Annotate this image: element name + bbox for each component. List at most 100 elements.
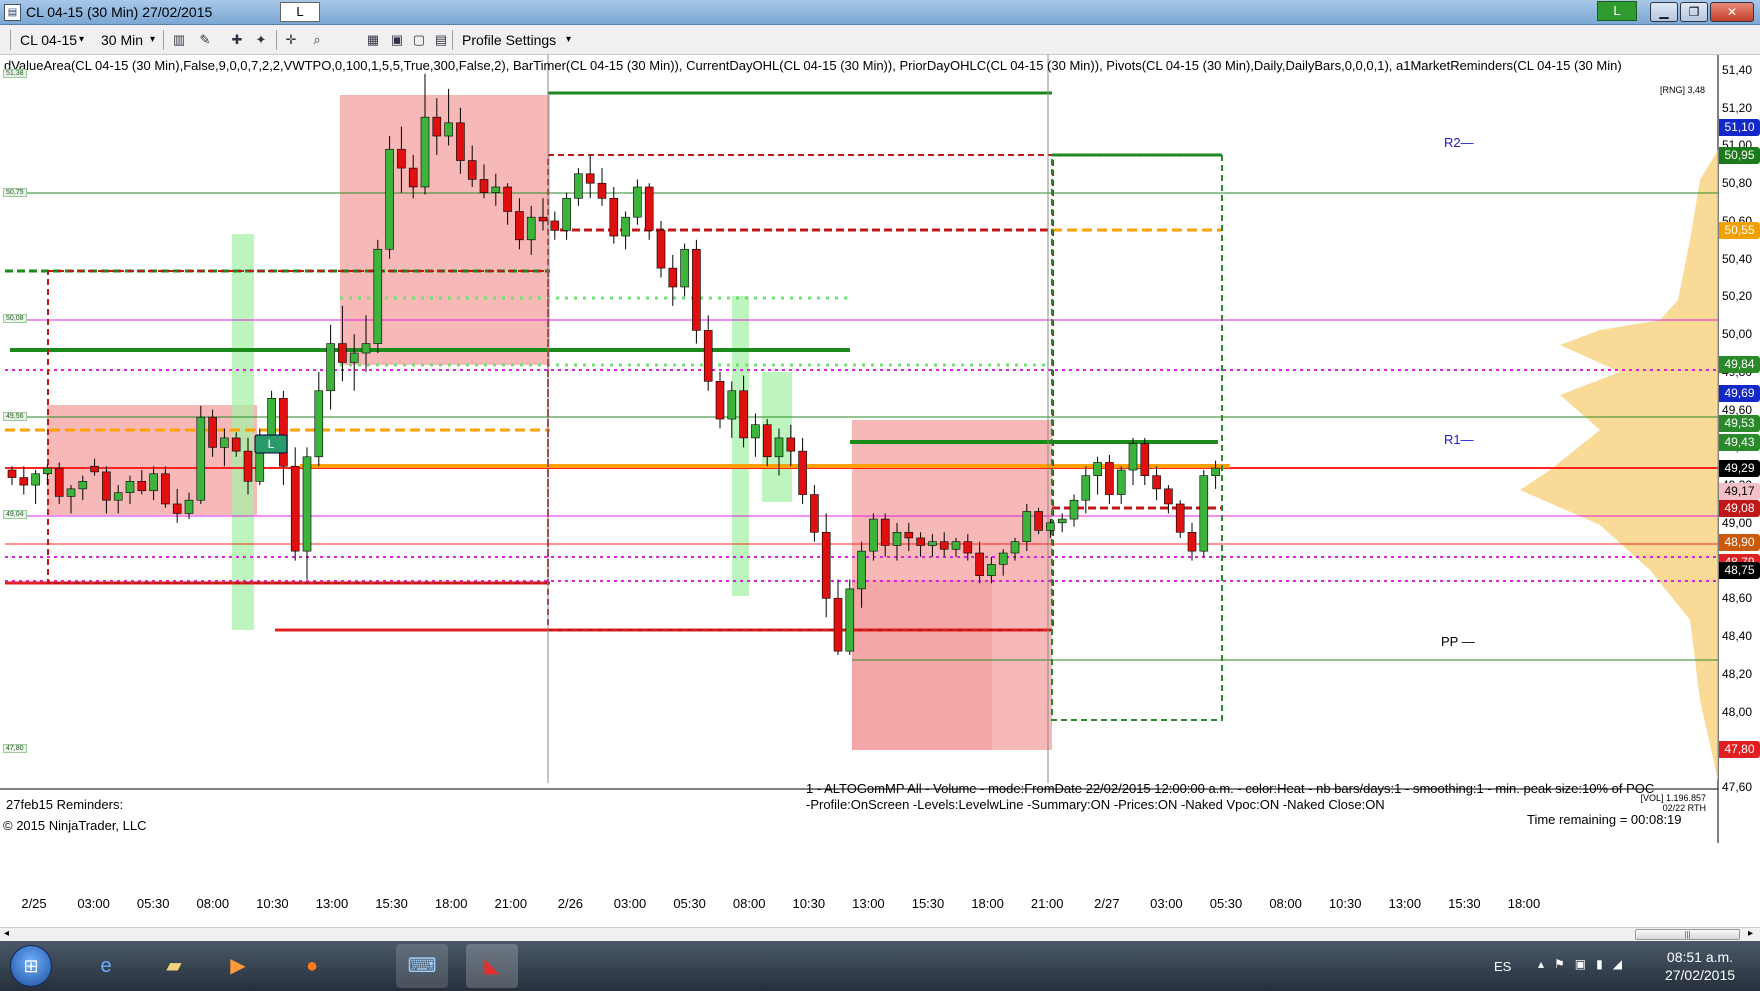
candle-body — [1175, 503, 1185, 533]
time-tick-label: 08:00 — [1269, 896, 1302, 911]
price-tick-label: 47,60 — [1722, 780, 1753, 794]
candle-body — [314, 390, 324, 458]
chart-image-icon[interactable]: ▣ — [388, 31, 406, 49]
candle-body — [786, 437, 796, 452]
time-tick-label: 05:30 — [136, 896, 170, 911]
time-tick-label: 08:00 — [196, 896, 230, 911]
candle-body — [1034, 511, 1043, 531]
firefox-icon[interactable]: ● — [286, 944, 338, 988]
candle-body — [1105, 462, 1114, 495]
candle-body — [31, 473, 40, 486]
gom-profile-options: -Profile:OnScreen -Levels:LevelwLine -Su… — [806, 797, 1385, 812]
candle-body — [609, 198, 619, 237]
volume-total: [VOL] 1.196.857 — [1640, 793, 1706, 803]
candle-body — [361, 343, 371, 354]
media-player-icon[interactable]: ▶ — [212, 944, 264, 988]
candle-body — [739, 390, 748, 439]
folder-icon[interactable]: ▰ — [148, 944, 200, 988]
clock[interactable]: 08:51 a.m. 27/02/2015 — [1660, 948, 1740, 984]
scroll-thumb[interactable]: ||| — [1635, 929, 1740, 940]
candle-body — [1057, 518, 1067, 524]
candle-body — [7, 469, 17, 478]
candle-body — [810, 494, 819, 533]
time-tick-label: 05:30 — [1209, 896, 1243, 911]
candle-body — [491, 186, 501, 193]
start-button[interactable]: ⊞ — [10, 945, 52, 987]
candle-body — [656, 230, 666, 269]
range-info: [RNG] 3,48 — [1660, 85, 1706, 95]
candle-body — [1128, 443, 1138, 471]
properties-icon[interactable]: ▤ — [432, 31, 450, 49]
candle-body — [479, 179, 489, 193]
time-tick-label: 21:00 — [1030, 896, 1064, 911]
left-price-tag: 47,80 — [3, 744, 27, 754]
scroll-left-icon[interactable]: ◂ — [4, 928, 9, 939]
candle-body — [998, 552, 1008, 565]
price-tick-label: 48,60 — [1722, 591, 1753, 606]
maximize-button[interactable]: ❐ — [1680, 2, 1708, 22]
candle-body — [880, 518, 890, 546]
ninjatrader-icon[interactable]: ◣ — [466, 944, 518, 988]
time-tick-label: 10:30 — [1328, 896, 1362, 911]
language-indicator[interactable]: ES — [1494, 959, 1511, 974]
minimize-button[interactable]: ▁ — [1650, 2, 1678, 22]
strategy-icon[interactable]: ✦ — [252, 31, 270, 49]
clock-time: 08:51 a.m. — [1666, 949, 1734, 965]
period-selector[interactable]: 30 Min — [101, 30, 143, 50]
candle-body — [1211, 467, 1220, 476]
candle-body — [703, 330, 713, 382]
keyboard-app-icon[interactable]: ⌨ — [396, 944, 448, 988]
profile-settings-arrow[interactable]: ▾ — [566, 30, 571, 50]
candle-body — [1164, 488, 1173, 505]
left-price-tag: 51,38 — [3, 68, 27, 78]
candle-body — [1140, 443, 1150, 476]
candle-body — [892, 531, 902, 546]
draw-pencil-icon[interactable]: ✎ — [196, 31, 214, 49]
scroll-right-icon[interactable]: ▸ — [1748, 928, 1753, 939]
price-tick-label: 51,20 — [1722, 100, 1753, 115]
system-tray-icons[interactable]: ▴⚑▣▮◢ — [1538, 957, 1632, 971]
candle-body — [550, 220, 560, 231]
instrument-dropdown-arrow[interactable]: ▾ — [79, 30, 84, 50]
candle-body — [515, 211, 524, 241]
instrument-link-button[interactable]: L — [1597, 1, 1637, 21]
instrument-selector[interactable]: CL 04-15 — [20, 30, 77, 50]
candle-body — [1010, 541, 1020, 554]
candle-body — [975, 552, 984, 576]
price-marker: 51,10 — [1719, 118, 1760, 136]
data-box-icon[interactable]: ▦ — [364, 31, 382, 49]
candle-body — [19, 477, 29, 486]
price-marker: 49,84 — [1719, 356, 1760, 374]
entry-marker-label: L — [268, 437, 275, 451]
link-button[interactable]: L — [280, 2, 320, 22]
candle-body — [798, 450, 807, 495]
candle-body — [904, 531, 914, 539]
internet-explorer-icon[interactable]: e — [80, 944, 132, 988]
close-button[interactable]: ✕ — [1710, 2, 1754, 22]
period-dropdown-arrow[interactable]: ▾ — [150, 30, 155, 50]
chart-toolbar: CL 04-15 ▾ 30 Min ▾ ▥ ✎ ✚ ✦ ✛ ⌕ ▦ ▣ ▢ ▤ … — [0, 25, 1760, 55]
time-tick-label: 10:30 — [792, 896, 826, 911]
candle-body — [444, 122, 453, 137]
price-marker: 49,69 — [1719, 384, 1760, 402]
candle-body — [621, 216, 630, 237]
horizontal-scrollbar[interactable]: ◂ ||| ▸ — [0, 927, 1760, 941]
left-price-tag: 49,04 — [3, 510, 27, 520]
reminders-label: 27feb15 Reminders: — [6, 797, 124, 812]
volume-info: [VOL] 1.196.857 02/22 RTH — [1636, 793, 1706, 813]
candle-body — [408, 167, 418, 188]
add-indicator-icon[interactable]: ✚ — [228, 31, 246, 49]
candle-body — [727, 390, 737, 420]
pivot-r1-label: R1— — [1444, 432, 1474, 447]
candle-body — [279, 398, 288, 467]
gom-profile-info: 1 - ALTOGomMP All - Volume - mode:FromDa… — [806, 781, 1655, 796]
save-icon[interactable]: ▢ — [410, 31, 428, 49]
candle-body — [562, 198, 571, 231]
price-tick-label: 48,20 — [1722, 666, 1753, 681]
zoom-icon[interactable]: ⌕ — [308, 31, 326, 49]
bar-style-icon[interactable]: ▥ — [170, 31, 188, 49]
profile-settings-menu[interactable]: Profile Settings — [462, 30, 556, 50]
price-marker: 47,80 — [1719, 741, 1760, 759]
price-tick-label: 48,00 — [1722, 704, 1753, 719]
crosshair-icon[interactable]: ✛ — [282, 31, 300, 49]
